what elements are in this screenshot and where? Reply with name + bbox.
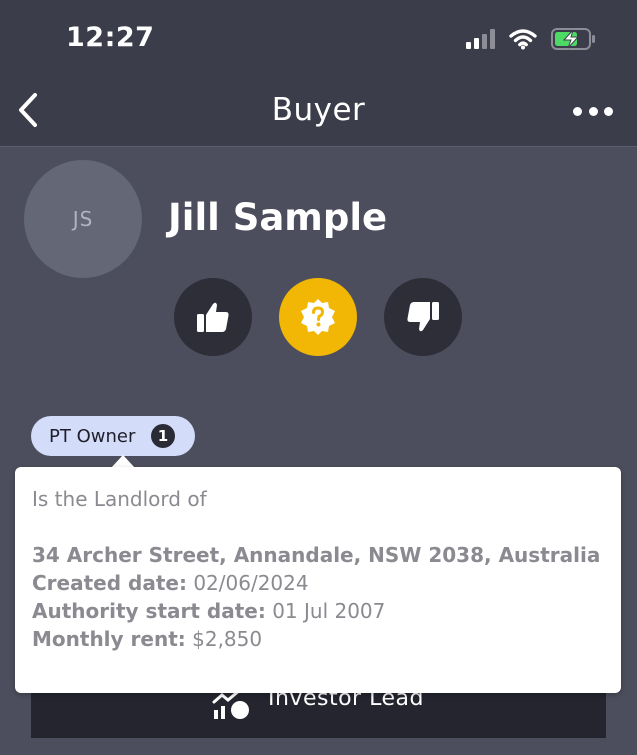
- thumbs-up-button[interactable]: [174, 278, 252, 356]
- status-time: 12:27: [66, 22, 155, 53]
- avatar: JS: [24, 160, 142, 278]
- thumbs-down-button[interactable]: [384, 278, 462, 356]
- authority-start-value: 01 Jul 2007: [272, 599, 386, 623]
- contact-name: Jill Sample: [168, 196, 388, 239]
- wifi-icon: [509, 29, 537, 50]
- status-icons: [466, 28, 597, 50]
- thumbs-down-icon: [407, 302, 439, 332]
- page-title: Buyer: [271, 92, 366, 128]
- tag-chip-pt-owner[interactable]: PT Owner 1: [31, 416, 195, 456]
- created-date-label: Created date:: [32, 571, 187, 595]
- created-date-value: 02/06/2024: [193, 571, 309, 595]
- tooltip-intro: Is the Landlord of: [32, 487, 207, 511]
- thumbs-up-icon: [197, 302, 229, 332]
- cellular-signal-icon: [466, 29, 495, 49]
- more-options-button[interactable]: [573, 100, 613, 122]
- monthly-rent-label: Monthly rent:: [32, 627, 186, 651]
- tag-chip-count: 1: [151, 424, 175, 448]
- property-address: 34 Archer Street, Annandale, NSW 2038, A…: [32, 543, 601, 567]
- question-badge-icon: [301, 299, 335, 335]
- battery-charging-icon: [551, 28, 595, 50]
- monthly-rent-value: $2,850: [192, 627, 263, 651]
- more-dots-icon: [573, 106, 582, 116]
- authority-start-label: Authority start date:: [32, 599, 266, 623]
- property-tooltip: Is the Landlord of 34 Archer Street, Ann…: [15, 467, 621, 693]
- unsure-button[interactable]: [279, 278, 357, 356]
- tag-chip-label: PT Owner: [49, 425, 136, 447]
- top-bar: 12:27 Buyer: [0, 0, 637, 147]
